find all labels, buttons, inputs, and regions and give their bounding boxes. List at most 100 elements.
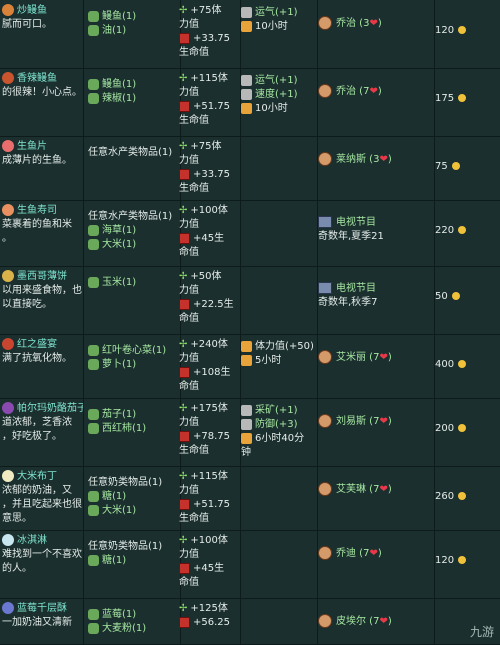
ingredient-label: 萝卜(1)	[102, 359, 137, 370]
dish-name[interactable]: 香辣鳗鱼	[17, 73, 57, 84]
buff-icon	[241, 404, 252, 416]
ingredient[interactable]: 西红柿(1)	[88, 422, 180, 436]
energy-icon: ✢	[179, 535, 188, 546]
ingredient[interactable]: 任意奶类物品(1)	[88, 476, 180, 490]
villager-avatar	[318, 546, 332, 560]
ingredient-icon	[88, 344, 99, 356]
price-cell: 50	[431, 266, 500, 334]
ingredient[interactable]: 蓝莓(1)	[88, 608, 180, 622]
table-row: 香辣鳗鱼的很辣！小心点。 鳗鱼(1) 辣椒(1) ✢ +115体 力值 +51.75 生命值 运…	[0, 68, 500, 137]
ingredient[interactable]: 大麦粉(1)	[88, 622, 180, 636]
villager-love: 奇数年,夏季21	[318, 231, 384, 242]
dish-description: 的很辣！小心点。	[2, 87, 82, 98]
effects-cell: ✢ +115体 力值 +51.75 生命值	[175, 68, 241, 136]
ingredient[interactable]: 糖(1)	[88, 490, 180, 504]
dish-name[interactable]: 蓝莓千层酥	[17, 603, 67, 614]
dish-name[interactable]: 墨西哥薄饼	[17, 271, 67, 282]
ingredient-label: 糖(1)	[102, 491, 127, 502]
villager-love-cell: 电视节目 奇数年,秋季7	[314, 266, 435, 334]
dish-name-line: 墨西哥薄饼	[2, 270, 83, 284]
tv-icon	[318, 216, 332, 228]
villager-love: 皮埃尔 (7❤)	[318, 614, 434, 629]
heart-icon: ❤	[369, 548, 378, 559]
health-unit: 生命值	[179, 115, 209, 126]
health-icon	[179, 32, 190, 44]
ingredient[interactable]: 任意奶类物品(1)	[88, 540, 180, 554]
ingredient-label: 海草(1)	[102, 225, 137, 236]
dish-name[interactable]: 大米布丁	[17, 471, 57, 482]
table-row: 蓝莓千层酥 一加奶油又清新 蓝莓(1) 大麦粉(1) ✢ +125体 +56.25 皮埃尔 (…	[0, 598, 500, 645]
ingredient[interactable]: 茄子(1)	[88, 408, 180, 422]
ingredient-label: 任意奶类物品(1)	[88, 477, 163, 488]
tv-icon	[318, 282, 332, 294]
villager-avatar	[318, 84, 332, 98]
dish-name[interactable]: 生鱼片	[17, 141, 47, 152]
dish-name[interactable]: 生鱼寿司	[17, 205, 57, 216]
buff-icon	[241, 74, 252, 86]
ingredient-label: 辣椒(1)	[102, 93, 137, 104]
ingredient[interactable]: 辣椒(1)	[88, 92, 180, 106]
ingredient[interactable]: 海草(1)	[88, 224, 180, 238]
ingredient[interactable]: 大米(1)	[88, 238, 180, 252]
sell-price: 120	[435, 554, 500, 568]
ingredient-label: 任意奶类物品(1)	[88, 541, 163, 552]
dish-name-line: 蓝莓千层酥	[2, 602, 83, 616]
ingredient-label: 鳗鱼(1)	[102, 11, 137, 22]
dish-name-line: 生鱼片	[2, 140, 83, 154]
ingredient[interactable]: 大米(1)	[88, 504, 180, 518]
energy-unit: 力值	[179, 417, 199, 428]
villager-love: 莱纳斯 (3❤)	[318, 152, 434, 167]
energy-value: ✢ +75体	[179, 141, 222, 152]
ingredient[interactable]: 任意水产类物品(1)	[88, 210, 180, 224]
ingredient-icon	[88, 224, 99, 236]
dish-name[interactable]: 炒鳗鱼	[17, 5, 47, 16]
ingredients-cell: 红叶卷心菜(1) 萝卜(1)	[82, 334, 181, 398]
ingredient-label: 任意水产类物品(1)	[88, 211, 173, 222]
ingredient[interactable]: 糖(1)	[88, 554, 180, 568]
ingredient[interactable]: 鳗鱼(1)	[88, 78, 180, 92]
dish-icon	[2, 602, 14, 614]
buffs-cell: 运气(+1) 10小时	[237, 0, 318, 68]
buffs-cell: 运气(+1) 速度(+1) 10小时	[237, 68, 318, 136]
dish-name[interactable]: 帕尔玛奶酪茄子	[17, 403, 83, 414]
health-value: +33.75	[179, 32, 240, 46]
dish-name[interactable]: 冰淇淋	[17, 535, 47, 546]
dish-cell: 生鱼寿司 菜裹着的鱼和米。	[0, 200, 84, 266]
ingredient[interactable]: 红叶卷心菜(1)	[88, 344, 180, 358]
table-row: 大米布丁 浓郁的奶油，又 ，并且吃起来也很 意思。 任意奶类物品(1) 糖(1) 大米(1)…	[0, 466, 500, 531]
dish-description: 满了抗氧化物。	[2, 353, 72, 364]
coin-icon	[458, 556, 467, 564]
energy-unit: 力值	[179, 87, 199, 98]
buff-line: 防御(+3)	[241, 418, 317, 432]
effects-cell: ✢ +125体 +56.25	[175, 598, 241, 644]
price-cell: 175	[431, 68, 500, 136]
buff-icon	[241, 432, 252, 444]
ingredient[interactable]: 鳗鱼(1)	[88, 10, 180, 24]
price-cell: 120	[431, 530, 500, 598]
villager-avatar	[318, 614, 332, 628]
table-row: 生鱼寿司 菜裹着的鱼和米。任意水产类物品(1) 海草(1) 大米(1) ✢ +100体 力值…	[0, 200, 500, 267]
buff-line: 采矿(+1)	[241, 404, 317, 418]
dish-description: 成薄片的生鱼。	[2, 155, 72, 166]
ingredient[interactable]: 玉米(1)	[88, 276, 180, 290]
heart-icon: ❤	[379, 352, 388, 363]
dish-description: 难找到一个不喜欢	[2, 549, 82, 560]
health-value: +56.25	[179, 616, 240, 630]
dish-icon	[2, 338, 14, 350]
heart-icon: ❤	[369, 86, 378, 97]
ingredient-icon	[88, 608, 99, 620]
dish-description: 道浓郁，芝香浓	[2, 417, 72, 428]
ingredient[interactable]: 任意水产类物品(1)	[88, 146, 180, 160]
ingredient[interactable]: 油(1)	[88, 24, 180, 38]
health-icon	[179, 168, 190, 180]
villager-love-cell: 刘易斯 (7❤)	[314, 398, 435, 466]
effects-cell: ✢ +175体 力值 +78.75 生命值	[175, 398, 241, 466]
buff-line: 6小时40分	[241, 432, 317, 446]
dish-name-line: 香辣鳗鱼	[2, 72, 83, 86]
health-unit: 生命值	[179, 445, 209, 456]
dish-name[interactable]: 红之盛宴	[17, 339, 57, 350]
heart-icon: ❤	[369, 18, 378, 29]
health-icon	[179, 298, 190, 310]
ingredient[interactable]: 萝卜(1)	[88, 358, 180, 372]
heart-icon: ❤	[379, 154, 388, 165]
